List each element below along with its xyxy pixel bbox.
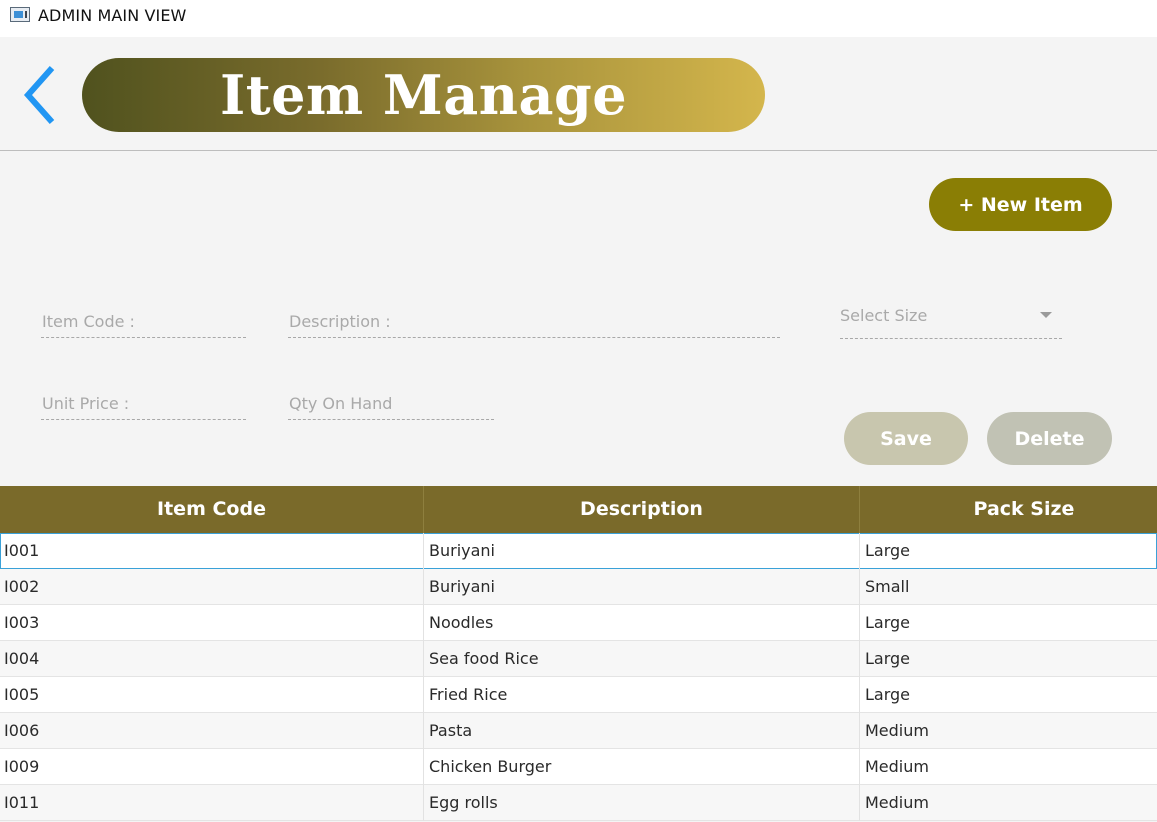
- description-input[interactable]: [288, 306, 780, 337]
- column-divider: [423, 569, 424, 605]
- column-divider: [423, 677, 424, 713]
- unit-price-field[interactable]: [41, 388, 246, 420]
- back-button[interactable]: [14, 62, 64, 128]
- chevron-down-icon: [1040, 312, 1052, 318]
- cell-item-code: I004: [4, 649, 40, 668]
- unit-price-input[interactable]: [41, 388, 246, 419]
- column-divider: [423, 533, 424, 569]
- qty-on-hand-field[interactable]: [288, 388, 494, 420]
- cell-pack-size: Medium: [865, 757, 929, 776]
- window-title: ADMIN MAIN VIEW: [38, 6, 187, 25]
- column-divider: [423, 749, 424, 785]
- column-header-pack-size[interactable]: Pack Size: [860, 486, 1157, 533]
- app-window-icon: [10, 7, 30, 22]
- cell-pack-size: Large: [865, 685, 911, 704]
- cell-item-code: I002: [4, 577, 40, 596]
- column-divider: [859, 569, 860, 605]
- cell-description: Egg rolls: [429, 793, 498, 812]
- column-divider: [423, 713, 424, 749]
- column-divider: [423, 605, 424, 641]
- cell-pack-size: Small: [865, 577, 910, 596]
- cell-item-code: I011: [4, 793, 40, 812]
- cell-description: Sea food Rice: [429, 649, 539, 668]
- table-row[interactable]: I009 Chicken Burger Medium: [0, 749, 1157, 785]
- table-body: I001 Buriyani Large I002 Buriyani Small I003 No…: [0, 533, 1157, 821]
- table-row[interactable]: I011 Egg rolls Medium: [0, 785, 1157, 821]
- chevron-left-icon: [23, 66, 55, 124]
- select-size-label: Select Size: [840, 306, 928, 325]
- column-header-description[interactable]: Description: [424, 486, 859, 533]
- cell-item-code: I005: [4, 685, 40, 704]
- cell-description: Buriyani: [429, 577, 495, 596]
- cell-description: Pasta: [429, 721, 473, 740]
- header-divider: [0, 150, 1157, 151]
- cell-description: Buriyani: [429, 541, 495, 560]
- cell-description: Noodles: [429, 613, 494, 632]
- page-title: Item Manage: [219, 63, 628, 127]
- delete-button[interactable]: Delete: [987, 412, 1112, 465]
- cell-item-code: I001: [4, 541, 40, 560]
- cell-pack-size: Medium: [865, 793, 929, 812]
- column-divider: [859, 605, 860, 641]
- item-code-input[interactable]: [41, 306, 246, 337]
- cell-pack-size: Large: [865, 649, 911, 668]
- column-divider: [859, 641, 860, 677]
- column-divider: [859, 749, 860, 785]
- table-row[interactable]: I005 Fried Rice Large: [0, 677, 1157, 713]
- select-size-dropdown[interactable]: Select Size: [840, 300, 1062, 339]
- column-divider: [423, 641, 424, 677]
- column-header-item-code[interactable]: Item Code: [0, 486, 423, 533]
- items-table[interactable]: Item Code Description Pack Size I001 Buri…: [0, 486, 1157, 821]
- column-divider: [859, 713, 860, 749]
- table-row[interactable]: I006 Pasta Medium: [0, 713, 1157, 749]
- cell-item-code: I009: [4, 757, 40, 776]
- title-banner: Item Manage: [82, 58, 765, 132]
- cell-description: Chicken Burger: [429, 757, 552, 776]
- item-code-field[interactable]: [41, 306, 246, 338]
- table-row[interactable]: I002 Buriyani Small: [0, 569, 1157, 605]
- cell-pack-size: Medium: [865, 721, 929, 740]
- title-bar: ADMIN MAIN VIEW: [0, 0, 1157, 37]
- table-row[interactable]: I003 Noodles Large: [0, 605, 1157, 641]
- qty-on-hand-input[interactable]: [288, 388, 494, 419]
- cell-pack-size: Large: [865, 541, 911, 560]
- cell-item-code: I003: [4, 613, 40, 632]
- cell-description: Fried Rice: [429, 685, 508, 704]
- table-header: Item Code Description Pack Size: [0, 486, 1157, 533]
- column-divider: [859, 785, 860, 821]
- save-button[interactable]: Save: [844, 412, 968, 465]
- column-divider: [859, 533, 860, 569]
- table-row[interactable]: I004 Sea food Rice Large: [0, 641, 1157, 677]
- cell-item-code: I006: [4, 721, 40, 740]
- table-row[interactable]: I001 Buriyani Large: [0, 533, 1157, 569]
- cell-pack-size: Large: [865, 613, 911, 632]
- new-item-button[interactable]: + New Item: [929, 178, 1112, 231]
- description-field[interactable]: [288, 306, 780, 338]
- column-divider: [859, 677, 860, 713]
- column-divider: [423, 785, 424, 821]
